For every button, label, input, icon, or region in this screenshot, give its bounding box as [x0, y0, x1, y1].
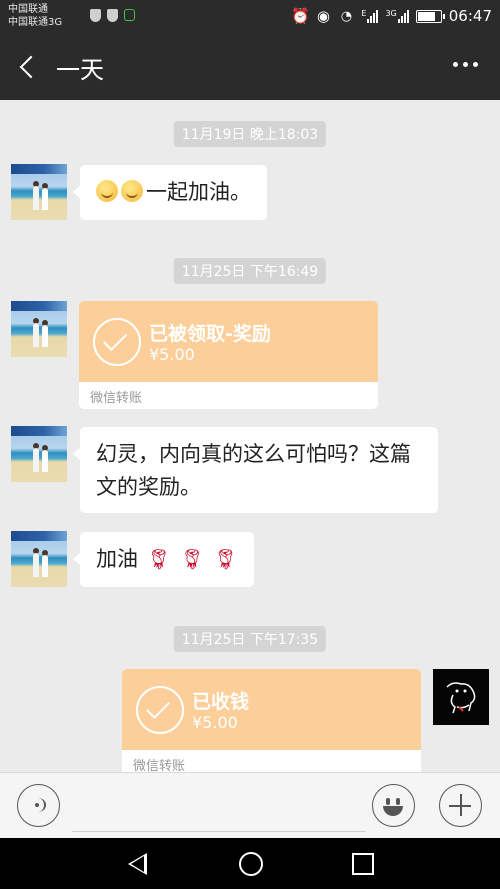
- system-nav-bar: [0, 838, 500, 889]
- status-bar: 中国联通 中国联通3G ⏰ ◉ ◔ E 3G 06:47: [0, 0, 500, 34]
- timestamp: 11月19日 晚上18:03: [173, 121, 327, 147]
- status-icons: ⏰ ◉ ◔ E 3G 06:47: [291, 7, 492, 25]
- contact-avatar[interactable]: [11, 301, 67, 357]
- alarm-icon: ⏰: [291, 7, 310, 25]
- nav-back-icon[interactable]: [128, 853, 147, 875]
- eye-icon: ◉: [316, 7, 330, 25]
- smile-emoji-icon: [96, 180, 118, 202]
- smile-emoji-icon: [121, 180, 143, 202]
- input-bar: [0, 772, 500, 839]
- transfer-amount: ¥5.00: [149, 345, 195, 364]
- message-bubble[interactable]: 一起加油。: [73, 165, 267, 220]
- transfer-card[interactable]: 已被领取-奖励 ¥5.00 微信转账: [79, 301, 378, 409]
- signal-1-label: E: [361, 9, 367, 18]
- check-circle-icon: [93, 318, 141, 366]
- contact-avatar[interactable]: [11, 164, 67, 220]
- transfer-card[interactable]: 已收钱 ¥5.00 微信转账: [122, 669, 421, 772]
- rose-icon: 🌹︎: [212, 547, 239, 571]
- emoji-icon[interactable]: [372, 784, 415, 827]
- back-arrow-icon[interactable]: [14, 52, 42, 82]
- contact-avatar[interactable]: [11, 426, 67, 482]
- transfer-title: 已收钱: [192, 691, 250, 713]
- signal-2-label: 3G: [385, 9, 397, 18]
- transfer-amount: ¥5.00: [192, 713, 238, 732]
- battery-icon: [415, 9, 445, 23]
- rose-icon: 🌹︎: [179, 547, 205, 571]
- shield-icon: [107, 9, 118, 22]
- message-input[interactable]: [72, 787, 366, 832]
- wifi-icon: ◔: [340, 8, 353, 24]
- chat-messages[interactable]: 11月19日 晚上18:03 一起加油。 11月25日 下午16:49 已被领取…: [0, 100, 500, 772]
- timestamp: 11月25日 下午17:35: [173, 626, 327, 652]
- message-text: 加油: [96, 547, 138, 571]
- timestamp: 11月25日 下午16:49: [173, 258, 327, 284]
- clock: 06:47: [448, 7, 492, 25]
- more-dots-icon[interactable]: [453, 62, 478, 67]
- contact-avatar[interactable]: [11, 531, 67, 587]
- message-bubble[interactable]: 幻灵，内向真的这么可怕吗？这篇文的奖励。: [73, 427, 438, 513]
- chat-title: 一天: [56, 56, 104, 84]
- shield-icon: [90, 9, 101, 22]
- rose-icon: 🌹︎: [146, 547, 172, 571]
- lock-icon: [124, 9, 135, 21]
- carrier-1: 中国联通: [8, 4, 48, 15]
- nav-recent-icon[interactable]: [352, 853, 374, 875]
- transfer-label: 微信转账: [133, 759, 186, 772]
- notification-icons: [90, 9, 135, 22]
- transfer-label: 微信转账: [90, 391, 143, 406]
- my-avatar[interactable]: [433, 669, 489, 725]
- dog-drawing-icon: [446, 682, 476, 714]
- message-text: 幻灵，内向真的这么可怕吗？这篇文的奖励。: [96, 442, 411, 499]
- message-text: 一起加油。: [146, 180, 251, 204]
- voice-icon[interactable]: [17, 784, 60, 827]
- nav-home-icon[interactable]: [239, 852, 263, 876]
- signal-icon: 3G: [385, 9, 409, 23]
- signal-icon: E: [361, 9, 379, 23]
- transfer-title: 已被领取-奖励: [149, 323, 271, 345]
- message-bubble[interactable]: 加油 🌹︎ 🌹︎ 🌹︎: [72, 532, 255, 587]
- carrier-info: 中国联通 中国联通3G: [8, 3, 62, 29]
- chat-header: 一天: [0, 34, 500, 100]
- battery-fill: [417, 11, 435, 21]
- check-circle-icon: [136, 686, 184, 734]
- carrier-2: 中国联通3G: [8, 17, 63, 28]
- plus-icon[interactable]: [439, 784, 482, 827]
